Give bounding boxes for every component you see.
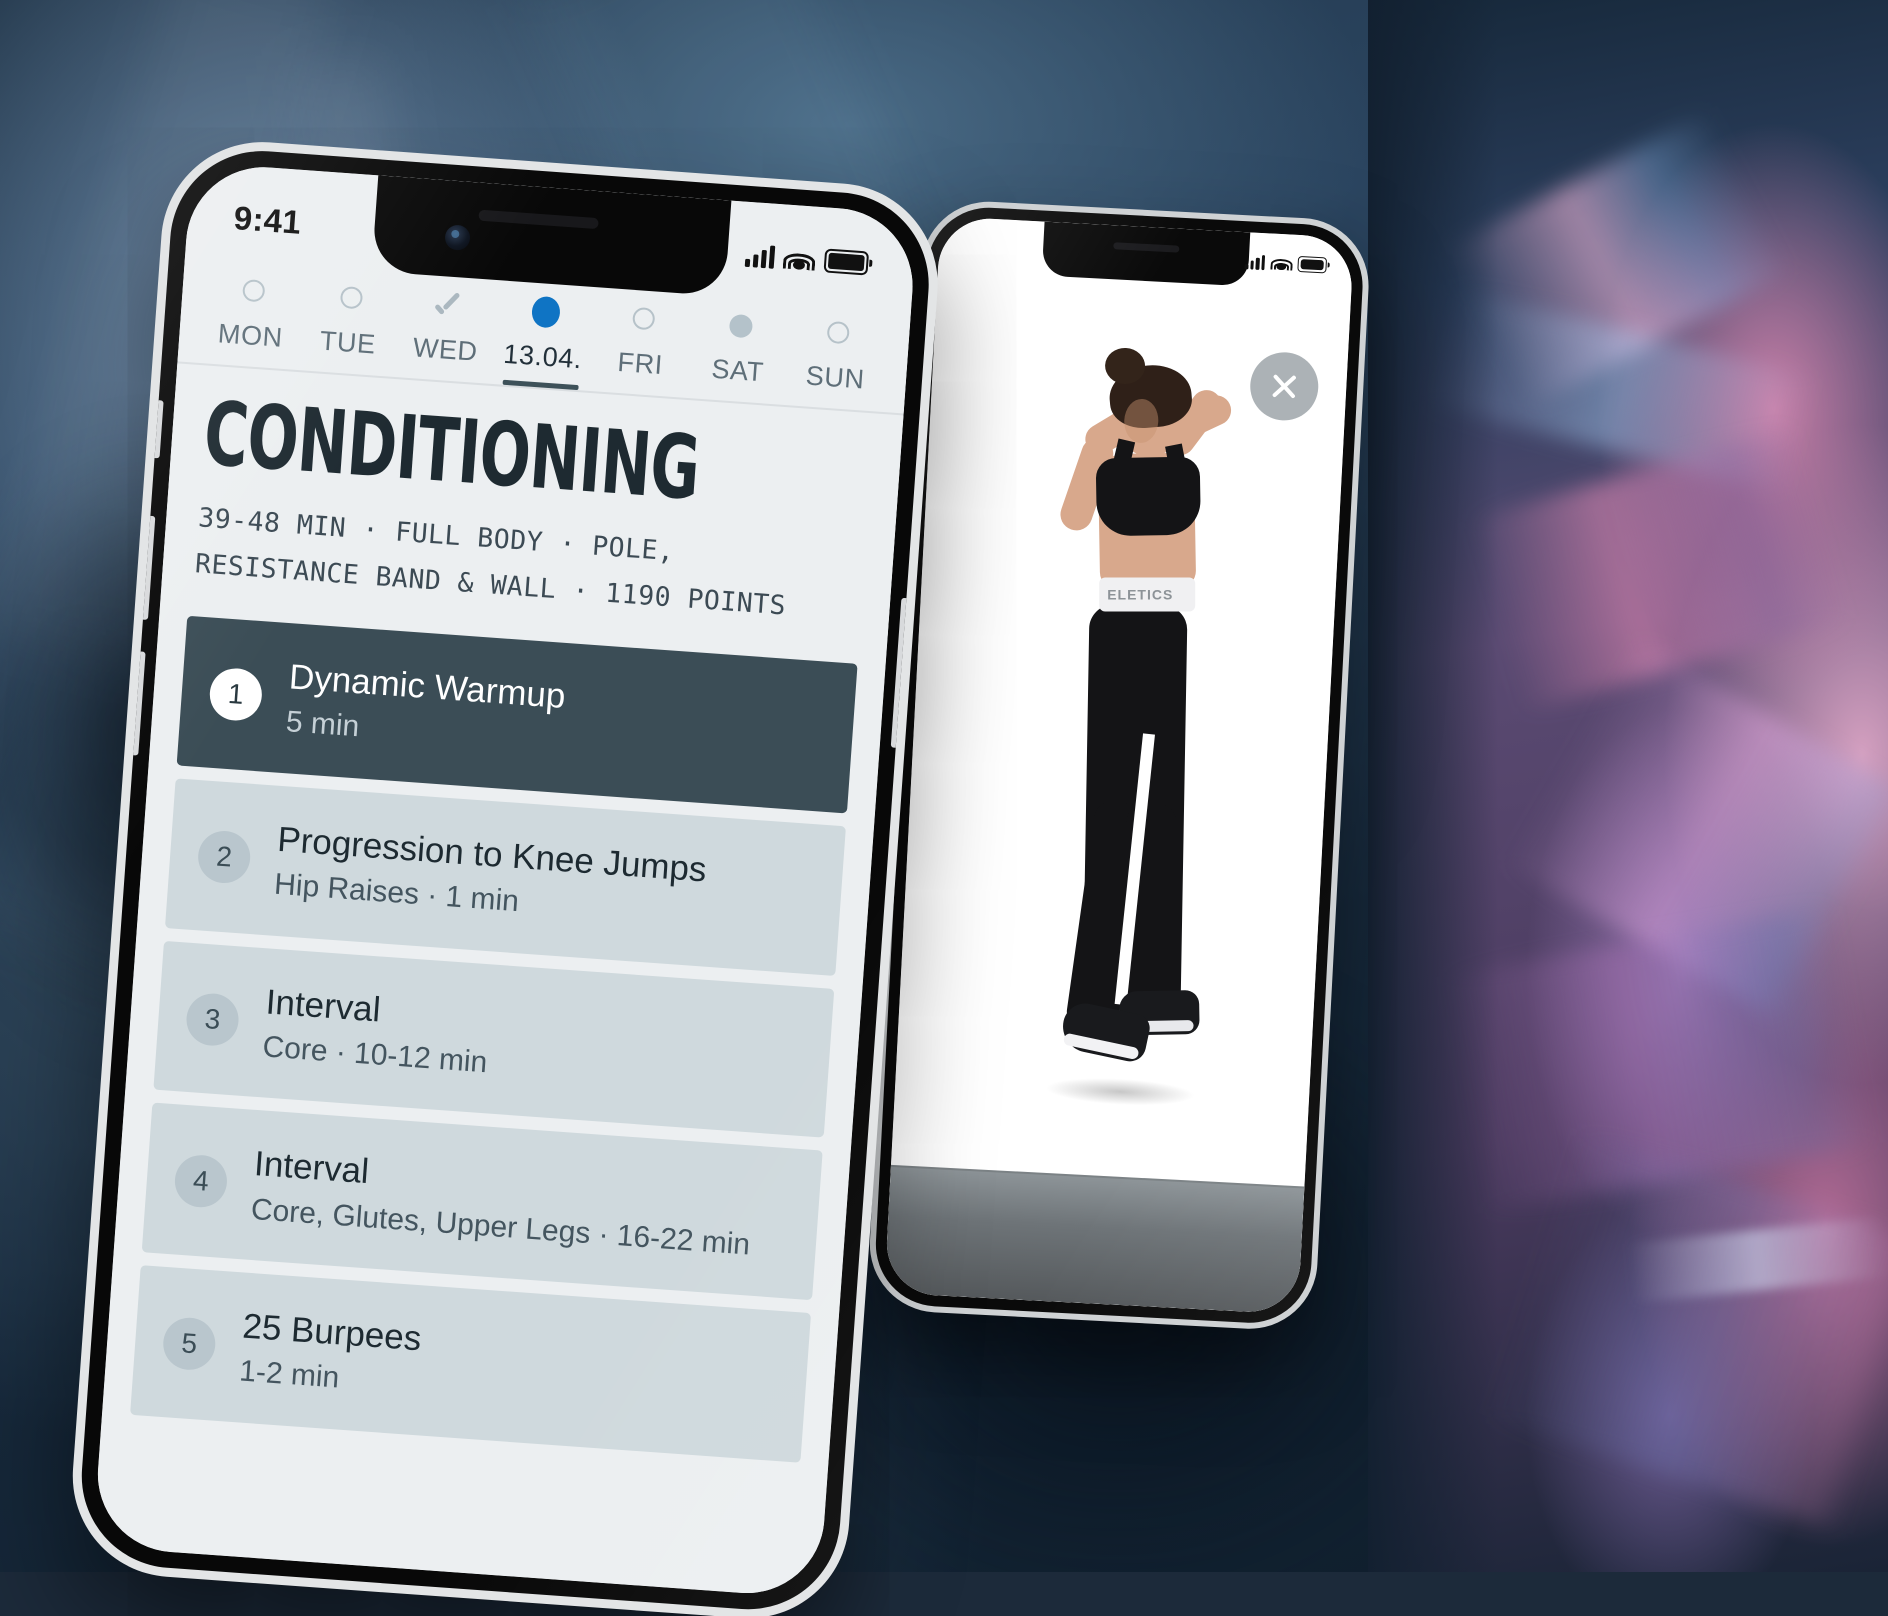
battery-full-icon bbox=[823, 248, 870, 276]
exercise-subtitle: 1-2 min bbox=[238, 1354, 341, 1395]
exercise-card[interactable]: 2 Progression to Knee Jumps Hip Raises ·… bbox=[164, 778, 846, 976]
foil-fabric bbox=[1368, 0, 1888, 1572]
status-time: 9:41 bbox=[232, 199, 303, 241]
back-phone-screen: ELETICS bbox=[884, 216, 1355, 1315]
exercise-subtitle: Core · 10-12 min bbox=[261, 1030, 489, 1080]
foil-edge-shadow bbox=[1368, 0, 1498, 1572]
exercise-card[interactable]: 1 Dynamic Warmup 5 min bbox=[176, 615, 858, 814]
exercise-title: Interval bbox=[264, 982, 382, 1030]
workout-app: MON TUE WED 13.04. FRI SAT SUN CONDITION… bbox=[92, 161, 918, 1599]
day-tab-label: MON bbox=[216, 318, 284, 353]
front-camera-icon bbox=[443, 224, 471, 251]
check-icon bbox=[434, 290, 464, 320]
earpiece-speaker bbox=[478, 209, 599, 230]
exercise-number-badge: 4 bbox=[173, 1153, 229, 1210]
cellular-bars-icon bbox=[1244, 254, 1266, 270]
cellular-bars-icon bbox=[744, 243, 776, 269]
exercise-title: 25 Burpees bbox=[241, 1306, 423, 1359]
wifi-icon bbox=[1269, 256, 1293, 271]
day-tab-sun[interactable]: SUN bbox=[784, 315, 888, 412]
workout-meta: 39-48 MIN · FULL BODY · POLE, RESISTANCE… bbox=[193, 502, 788, 622]
day-tab-selected[interactable]: 13.04. bbox=[492, 294, 596, 391]
exercise-number-badge: 3 bbox=[184, 991, 241, 1047]
dot-filled-icon bbox=[726, 311, 756, 341]
exercise-card[interactable]: 4 Interval Core, Glutes, Upper Legs · 16… bbox=[141, 1102, 823, 1301]
exercise-card[interactable]: 3 Interval Core · 10-12 min bbox=[153, 940, 835, 1139]
athlete-figure: ELETICS bbox=[977, 346, 1273, 1259]
ring-empty-icon bbox=[823, 318, 853, 348]
exercise-number-badge: 2 bbox=[196, 829, 252, 885]
ring-empty-icon bbox=[629, 304, 659, 334]
exercise-title: Dynamic Warmup bbox=[287, 657, 567, 717]
ring-empty-icon bbox=[239, 276, 269, 306]
day-tab-label: SAT bbox=[710, 353, 765, 388]
day-tab-label: WED bbox=[411, 332, 479, 367]
wifi-icon bbox=[782, 247, 816, 271]
ring-empty-icon bbox=[336, 283, 366, 313]
day-tab-label: SUN bbox=[804, 360, 866, 395]
day-tab-tue[interactable]: TUE bbox=[297, 280, 401, 377]
day-tab-fri[interactable]: FRI bbox=[589, 301, 693, 398]
dot-active-icon bbox=[530, 295, 562, 329]
front-phone-screen: MON TUE WED 13.04. FRI SAT SUN CONDITION… bbox=[92, 161, 918, 1599]
front-phone: MON TUE WED 13.04. FRI SAT SUN CONDITION… bbox=[75, 144, 936, 1616]
day-tab-label: FRI bbox=[616, 346, 664, 381]
back-phone: ELETICS bbox=[872, 204, 1366, 1326]
day-tab-sat[interactable]: SAT bbox=[687, 308, 791, 405]
battery-full-icon bbox=[1297, 256, 1328, 274]
day-tab-label: TUE bbox=[318, 325, 377, 360]
day-tab-wed[interactable]: WED bbox=[394, 287, 498, 384]
day-tab-mon[interactable]: MON bbox=[199, 273, 303, 370]
exercise-subtitle: 5 min bbox=[284, 705, 361, 744]
studio-floor bbox=[884, 1164, 1305, 1315]
exercise-card[interactable]: 5 25 Burpees 1-2 min bbox=[130, 1265, 812, 1463]
page-title: CONDITIONING bbox=[200, 381, 703, 520]
exercise-list: 1 Dynamic Warmup 5 min 2 Progression to … bbox=[93, 614, 886, 1599]
exercise-number-badge: 1 bbox=[208, 666, 264, 723]
exercise-number-badge: 5 bbox=[161, 1316, 218, 1372]
